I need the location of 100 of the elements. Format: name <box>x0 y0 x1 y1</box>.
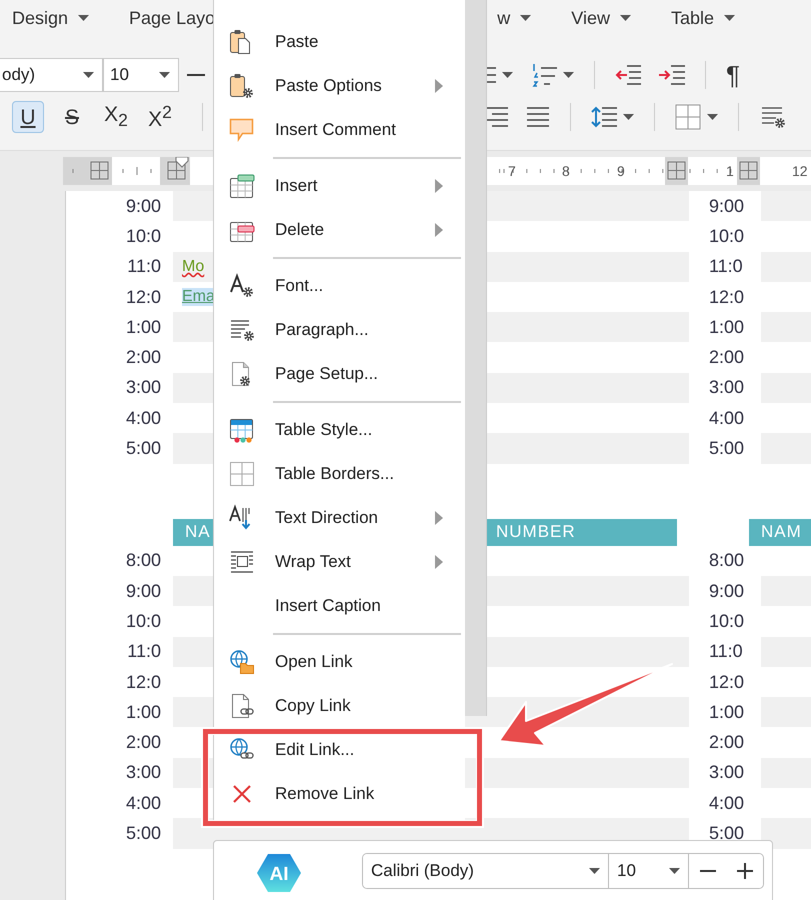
paragraph-mark-button[interactable]: ¶ <box>726 60 740 90</box>
time-label: 1:00 <box>126 702 161 723</box>
cell-text: Mo <box>182 258 204 276</box>
comment-icon <box>228 116 256 144</box>
menu-tab[interactable]: Table <box>670 8 735 28</box>
justify-icon[interactable] <box>526 106 550 128</box>
time-label: 5:00 <box>709 822 744 844</box>
menu-item[interactable]: Paste <box>214 20 465 64</box>
cell-text: Ema <box>182 288 215 306</box>
time-label: 12:0 <box>126 286 161 308</box>
ruler-number: 7 <box>508 163 516 179</box>
time-label: 2:00 <box>709 347 744 368</box>
menu-tab[interactable]: Design <box>12 8 90 28</box>
time-label: 12:0 <box>126 672 161 692</box>
time-label: 4:00 <box>709 408 744 429</box>
time-label: 4:00 <box>709 792 744 814</box>
column-marker[interactable] <box>87 157 112 185</box>
caret-icon <box>669 868 680 874</box>
time-label: 12:0 <box>709 286 744 308</box>
menu-item[interactable]: Table Style... <box>214 408 465 452</box>
table-header-cell: NAM <box>749 518 811 546</box>
menu-item[interactable]: Open Link <box>214 640 465 684</box>
time-label: 1:00 <box>126 316 161 338</box>
menu-item[interactable]: Insert <box>214 164 465 208</box>
font-dropdown[interactable]: Calibri (Body) <box>363 854 609 888</box>
menu-item[interactable]: Copy Link <box>214 684 465 728</box>
line-spacing-icon[interactable] <box>591 105 617 129</box>
caret-icon <box>159 72 170 78</box>
menu-tab[interactable]: w <box>497 8 532 28</box>
time-label: 11:0 <box>709 256 743 278</box>
caret-icon[interactable] <box>502 72 514 78</box>
format-button[interactable]: X$_{2}$ <box>100 101 132 133</box>
caret-icon <box>520 15 532 21</box>
time-label: 8:00 <box>709 550 744 572</box>
font-dropdown[interactable]: ody) <box>0 58 103 92</box>
menu-item[interactable]: Font... <box>214 264 465 308</box>
caret-icon <box>589 868 600 874</box>
menu-item[interactable]: Table Borders... <box>214 452 465 496</box>
menu-item[interactable]: Remove Link <box>214 772 465 816</box>
time-label: 10:0 <box>126 610 161 632</box>
time-label: 4:00 <box>126 792 161 814</box>
time-label: 11:0 <box>709 641 743 662</box>
menu-item[interactable]: Paragraph... <box>214 308 465 352</box>
align-right-icon[interactable] <box>484 106 508 128</box>
menu-item[interactable]: Paste Options <box>214 64 465 108</box>
menu-item[interactable]: Page Setup... <box>214 352 465 396</box>
time-label: 10:0 <box>709 226 744 247</box>
ruler-number: 8 <box>562 163 570 179</box>
time-label: 1:00 <box>709 702 744 723</box>
menu-tab[interactable]: View <box>571 8 631 28</box>
time-label: 9:00 <box>709 580 744 602</box>
menu-item[interactable]: Insert Comment <box>214 108 465 152</box>
time-label: 3:00 <box>709 377 744 398</box>
indent-marker[interactable] <box>176 157 188 168</box>
menu-item[interactable]: Delete <box>214 208 465 252</box>
time-label: 3:00 <box>709 762 744 784</box>
caret-icon <box>620 15 631 21</box>
time-label: 3:00 <box>126 762 161 784</box>
time-label: 5:00 <box>126 822 161 844</box>
globe-folder-icon <box>228 648 256 676</box>
time-label: 1:00 <box>709 316 744 338</box>
decrease-indent-icon[interactable] <box>615 64 642 86</box>
font-size-dropdown[interactable]: 10 <box>103 58 179 92</box>
menu-scrollbar[interactable] <box>465 0 487 716</box>
minus-icon <box>700 870 716 872</box>
caret-icon[interactable] <box>707 114 718 120</box>
format-button[interactable]: X$^{2}$ <box>144 101 176 133</box>
caret-icon <box>83 72 94 78</box>
numbered-list-icon[interactable] <box>531 62 558 88</box>
caret-icon <box>78 15 90 21</box>
plus-icon <box>736 863 752 879</box>
time-label: 5:00 <box>126 438 161 460</box>
format-button[interactable]: U <box>12 101 44 133</box>
caret-icon <box>724 15 735 21</box>
time-label: 10:0 <box>126 226 161 247</box>
format-button[interactable]: S <box>56 101 88 133</box>
menu-item[interactable]: Edit Link... <box>214 728 465 772</box>
table-borders-icon <box>228 460 256 488</box>
ruler-margin <box>63 157 87 185</box>
column-marker[interactable] <box>665 157 688 185</box>
time-label: 12:0 <box>709 672 744 692</box>
caret-icon[interactable] <box>623 114 634 120</box>
table-cell <box>761 818 811 849</box>
borders-icon[interactable] <box>675 104 701 130</box>
time-label: 10:0 <box>709 610 744 632</box>
font-gear-icon <box>228 272 256 300</box>
time-label: 8:00 <box>126 550 161 572</box>
time-label: 9:00 <box>126 196 161 217</box>
table-insert-icon <box>228 172 256 200</box>
increase-indent-icon[interactable] <box>659 64 686 86</box>
time-label: 11:0 <box>127 256 161 278</box>
time-label: 5:00 <box>709 438 744 460</box>
time-label: 9:00 <box>126 580 161 602</box>
column-marker[interactable] <box>737 157 760 185</box>
time-label: 4:00 <box>126 408 161 429</box>
caret-icon[interactable] <box>563 72 574 78</box>
menu-item[interactable]: Insert Caption <box>214 584 465 628</box>
ruler-number: 9 <box>617 163 625 179</box>
time-label: 2:00 <box>126 347 161 368</box>
time-label: 3:00 <box>126 377 161 398</box>
